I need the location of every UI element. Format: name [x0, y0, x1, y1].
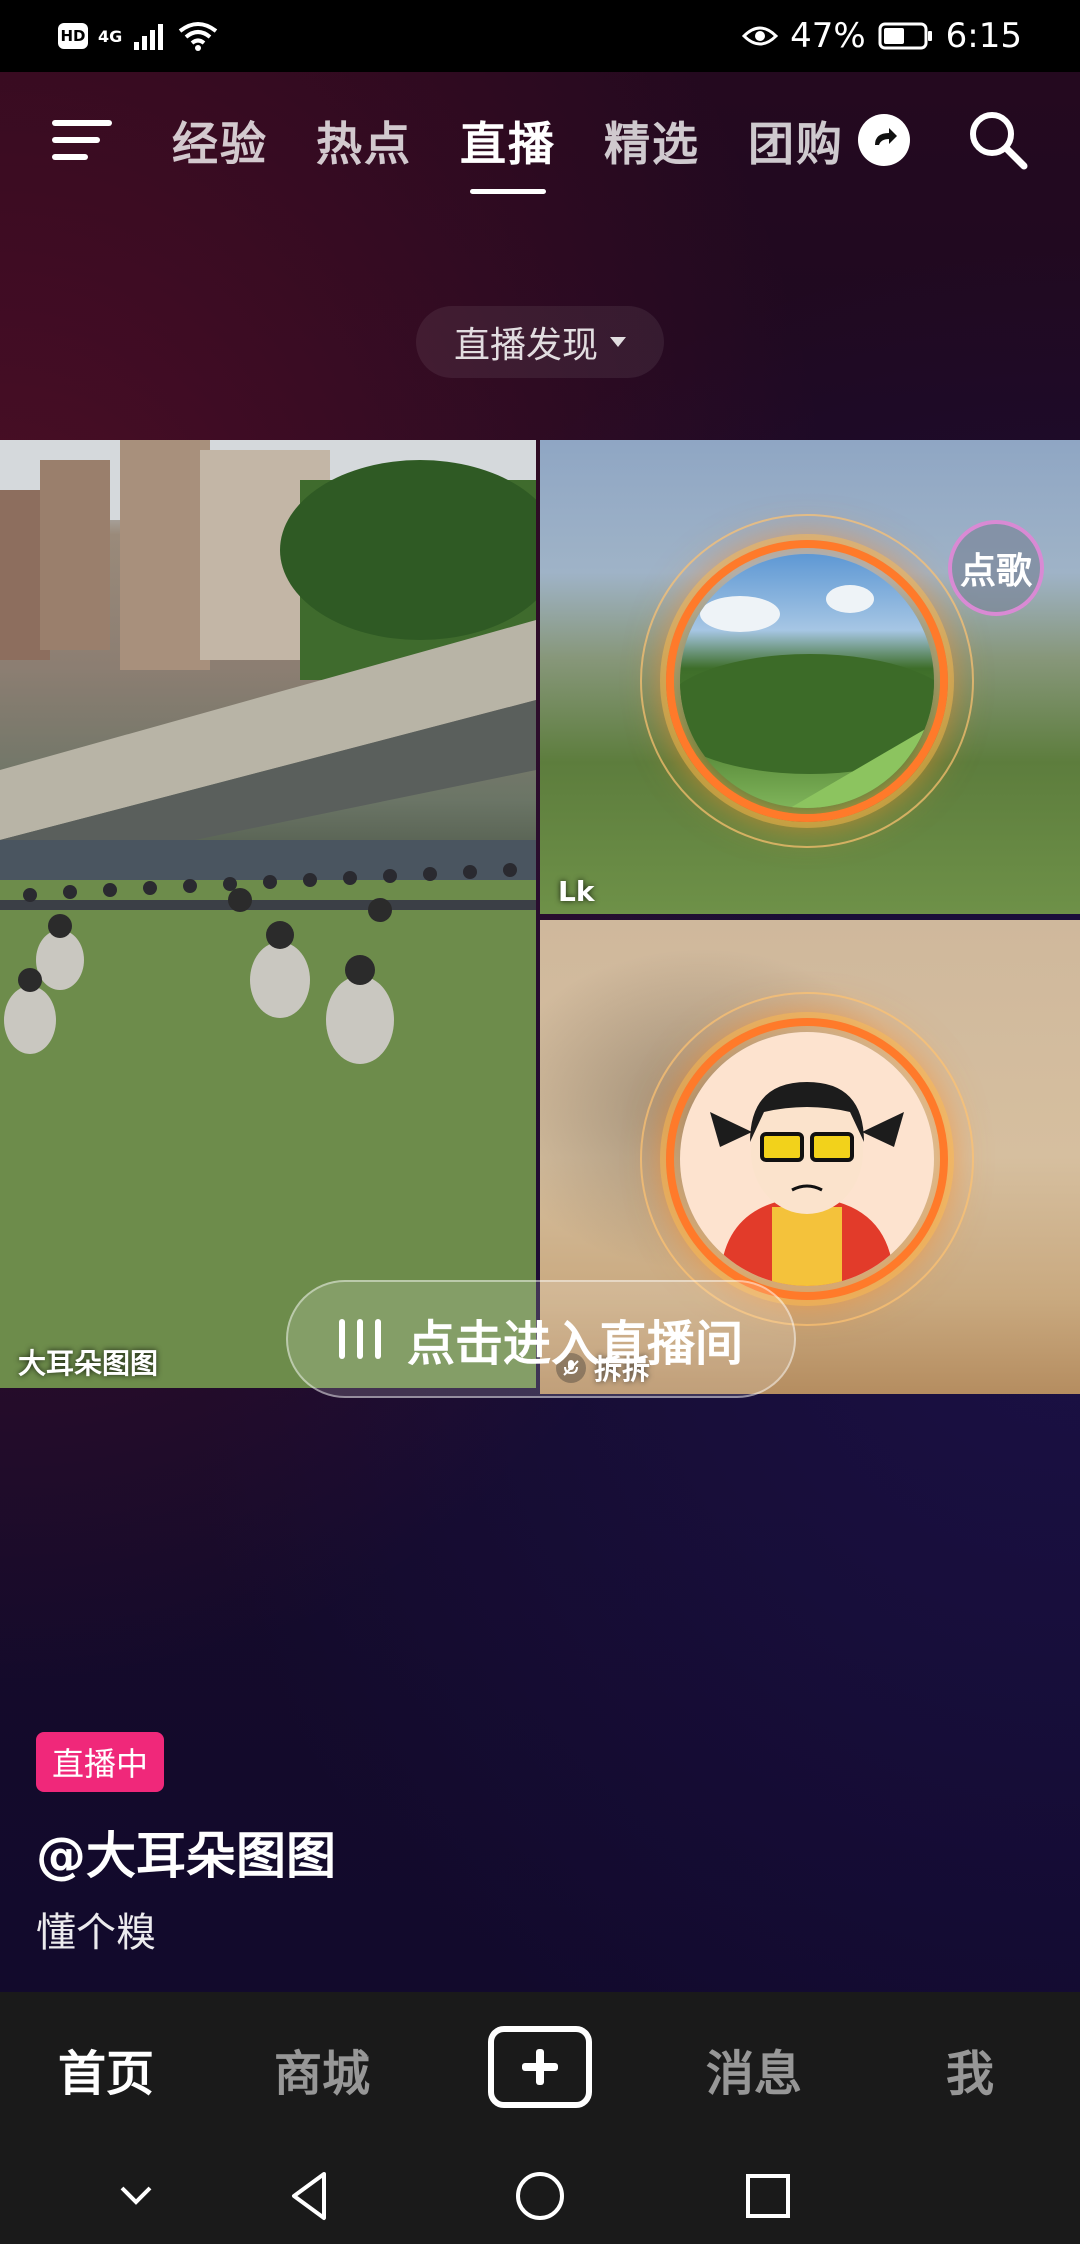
- live-preview-grid: 大耳朵图图 点歌 Lk 拆拆: [0, 440, 1080, 1396]
- live-discover-label: 直播发现: [453, 325, 598, 366]
- status-bar: HD 4G 47% 6:15: [0, 0, 1080, 72]
- caret-down-icon: [610, 337, 626, 347]
- host-name[interactable]: @大耳朵图图: [36, 1816, 336, 1888]
- chevron-down-icon[interactable]: [108, 2168, 164, 2224]
- eye-icon: [742, 26, 779, 46]
- search-icon[interactable]: [966, 108, 1030, 172]
- nav-mall[interactable]: 商城: [274, 2034, 370, 2104]
- live-bars-icon: [338, 1319, 381, 1359]
- recent-apps-icon[interactable]: [740, 2168, 796, 2224]
- scene-image: [0, 440, 536, 1388]
- tab-bar: 经验 热点 直播 精选 团购: [172, 108, 844, 194]
- battery-icon: [878, 22, 932, 50]
- status-left: HD 4G: [58, 21, 218, 51]
- guest-avatar: [680, 1032, 934, 1286]
- system-nav-bar: [0, 2142, 1080, 2244]
- live-discover-dropdown[interactable]: 直播发现: [416, 306, 664, 378]
- share-icon[interactable]: [858, 114, 910, 166]
- wifi-icon: [179, 22, 218, 51]
- tile-host-name: 大耳朵图图: [18, 1347, 159, 1380]
- back-icon[interactable]: [282, 2168, 338, 2224]
- tile-guest-name: Lk: [558, 875, 595, 908]
- top-nav: 经验 热点 直播 精选 团购: [0, 90, 1080, 200]
- enter-live-room-button[interactable]: 点击进入直播间: [286, 1280, 796, 1398]
- live-tile-main[interactable]: 大耳朵图图: [0, 440, 536, 1388]
- signal-icon: [134, 24, 164, 50]
- nav-home[interactable]: 首页: [58, 2034, 154, 2104]
- enter-live-room-label: 点击进入直播间: [406, 1316, 743, 1372]
- home-icon[interactable]: [512, 2168, 568, 2224]
- live-tile-guest-1[interactable]: 点歌 Lk: [540, 440, 1080, 914]
- tab-live[interactable]: 直播: [460, 108, 556, 194]
- guest-avatar: [680, 554, 934, 808]
- menu-icon[interactable]: [52, 114, 116, 166]
- tab-featured[interactable]: 精选: [604, 108, 700, 174]
- clock: 6:15: [945, 16, 1022, 56]
- nav-messages[interactable]: 消息: [706, 2034, 802, 2104]
- plus-icon: [522, 2049, 558, 2085]
- battery-percent: 47%: [790, 16, 866, 56]
- hd-badge: HD: [58, 23, 88, 49]
- nav-me[interactable]: 我: [946, 2034, 994, 2104]
- stream-title: 懂个糗: [36, 1910, 156, 1956]
- tab-hot[interactable]: 热点: [316, 108, 412, 174]
- tab-experience[interactable]: 经验: [172, 108, 268, 174]
- request-song-button[interactable]: 点歌: [948, 520, 1044, 616]
- tab-group-buy[interactable]: 团购: [748, 108, 844, 174]
- create-plus-button[interactable]: [488, 2026, 592, 2108]
- live-status-badge: 直播中: [36, 1732, 165, 1792]
- bottom-nav: 首页 商城 消息 我: [0, 1992, 1080, 2142]
- status-right: 47% 6:15: [742, 16, 1022, 56]
- network-label: 4G: [98, 26, 123, 46]
